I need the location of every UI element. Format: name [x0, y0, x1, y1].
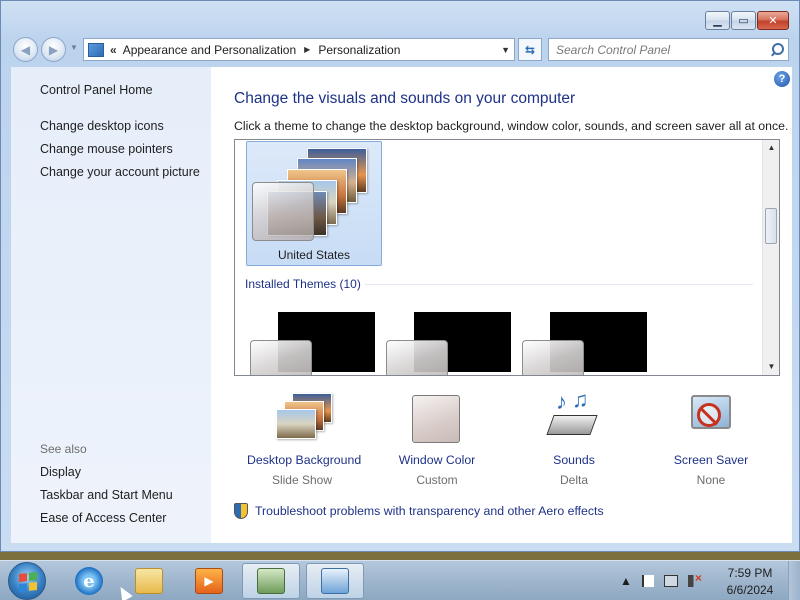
screen-saver-label[interactable]: Screen Saver: [671, 453, 751, 467]
desktop-background-value: Slide Show: [271, 473, 333, 487]
troubleshoot-aero-link[interactable]: Troubleshoot problems with transparency …: [234, 503, 604, 519]
scroll-up-icon[interactable]: ▲: [763, 140, 779, 156]
theme-list-scrollbar[interactable]: ▲ ▼: [762, 140, 779, 375]
clock-time: 7:59 PM: [727, 566, 773, 580]
personalization-icon: [321, 568, 349, 594]
group-divider: [365, 284, 753, 285]
control-panel-icon: [257, 568, 285, 594]
screen-saver-value: None: [696, 473, 726, 487]
left-task-pane: Control Panel Home Change desktop icons …: [11, 67, 211, 543]
window-color-icon: [409, 393, 465, 443]
help-icon[interactable]: ?: [774, 71, 790, 87]
address-dropdown-icon[interactable]: ▼: [501, 45, 510, 55]
breadcrumb-overflow-icon[interactable]: «: [110, 43, 117, 57]
action-center-flag-icon[interactable]: [641, 575, 654, 587]
taskbar-start-menu-link[interactable]: Taskbar and Start Menu: [40, 488, 173, 502]
taskbar-control-panel[interactable]: [242, 563, 300, 599]
window-color-label[interactable]: Window Color: [387, 453, 487, 467]
theme-list[interactable]: United States Installed Themes (10) ▲ ▼: [234, 139, 780, 376]
sounds-label[interactable]: Sounds: [534, 453, 614, 467]
media-player-icon: ▶: [195, 568, 223, 594]
breadcrumb-appearance[interactable]: Appearance and Personalization: [123, 43, 296, 57]
refresh-button[interactable]: ⇆: [518, 38, 542, 61]
theme-tile-united-states[interactable]: United States: [246, 141, 382, 266]
theme-name: United States: [277, 248, 351, 262]
screen-saver-icon: [683, 393, 739, 443]
display-link[interactable]: Display: [40, 465, 81, 479]
control-panel-home-link[interactable]: Control Panel Home: [40, 83, 153, 97]
window-color-value: Custom: [416, 473, 458, 487]
screen-saver-button[interactable]: Screen Saver None: [671, 393, 751, 487]
folder-icon: [135, 568, 163, 594]
recent-pages-dropdown-icon[interactable]: ▼: [70, 43, 78, 52]
taskbar-personalization[interactable]: [306, 563, 364, 599]
start-button[interactable]: [8, 562, 46, 600]
window-color-swatch: [252, 182, 314, 241]
clock-date: 6/6/2024: [726, 583, 774, 597]
show-hidden-icons-icon[interactable]: ▲: [620, 574, 632, 588]
change-account-picture-link[interactable]: Change your account picture: [40, 165, 200, 179]
network-icon[interactable]: [663, 575, 678, 587]
installed-theme-2[interactable]: [381, 312, 511, 375]
minimize-button[interactable]: ▁: [705, 11, 730, 30]
change-desktop-icons-link[interactable]: Change desktop icons: [40, 119, 164, 133]
window-color-swatch: [386, 340, 448, 375]
desktop-background-button[interactable]: Desktop Background Slide Show: [247, 393, 361, 487]
close-button[interactable]: ✕: [757, 11, 789, 30]
search-box[interactable]: [548, 38, 789, 61]
troubleshoot-text[interactable]: Troubleshoot problems with transparency …: [255, 504, 604, 518]
see-also-heading: See also: [40, 442, 87, 456]
personalization-window: ▁ ▭ ✕ ◀ ▶ ▼ « Appearance and Personaliza…: [0, 0, 800, 552]
search-input[interactable]: [549, 39, 768, 60]
scroll-down-icon[interactable]: ▼: [763, 359, 779, 375]
notification-area: ▲: [620, 561, 712, 600]
caption-buttons: ▁ ▭ ✕: [704, 11, 789, 30]
desktop-background-label[interactable]: Desktop Background: [247, 453, 361, 467]
volume-muted-icon[interactable]: [687, 571, 702, 587]
desktop-background-icon: [274, 393, 332, 443]
navigation-bar: ◀ ▶ ▼ « Appearance and Personalization ▶…: [1, 35, 800, 63]
sounds-value: Delta: [559, 473, 588, 487]
scroll-thumb[interactable]: [765, 208, 777, 244]
address-bar[interactable]: « Appearance and Personalization ▶ Perso…: [83, 38, 515, 61]
window-color-swatch: [250, 340, 312, 375]
internet-explorer-icon: e: [75, 567, 103, 595]
shield-icon: [234, 503, 248, 519]
sounds-button[interactable]: ♪ ♫ Sounds Delta: [534, 387, 614, 487]
breadcrumb-separator-icon[interactable]: ▶: [304, 45, 310, 54]
installed-theme-1[interactable]: [245, 312, 375, 375]
back-button[interactable]: ◀: [13, 37, 38, 62]
maximize-button[interactable]: ▭: [731, 11, 756, 30]
ease-of-access-link[interactable]: Ease of Access Center: [40, 511, 166, 525]
main-content: ? Change the visuals and sounds on your …: [211, 67, 792, 543]
taskbar-internet-explorer[interactable]: e: [60, 563, 118, 599]
change-mouse-pointers-link[interactable]: Change mouse pointers: [40, 142, 173, 156]
forward-button[interactable]: ▶: [41, 37, 66, 62]
clock[interactable]: 7:59 PM 6/6/2024: [718, 565, 782, 599]
window-color-swatch: [522, 340, 584, 375]
taskbar-media-player[interactable]: ▶: [180, 563, 238, 599]
sounds-icon: ♪ ♫: [546, 387, 602, 443]
window-color-button[interactable]: Window Color Custom: [387, 393, 487, 487]
page-title: Change the visuals and sounds on your co…: [234, 90, 576, 107]
search-icon[interactable]: [768, 40, 788, 60]
installed-themes-header: Installed Themes (10): [245, 277, 361, 291]
show-desktop-button[interactable]: [788, 561, 800, 600]
control-panel-icon: [88, 42, 104, 57]
breadcrumb-personalization[interactable]: Personalization: [318, 43, 400, 57]
page-description: Click a theme to change the desktop back…: [234, 119, 789, 133]
installed-theme-3[interactable]: [517, 312, 647, 375]
